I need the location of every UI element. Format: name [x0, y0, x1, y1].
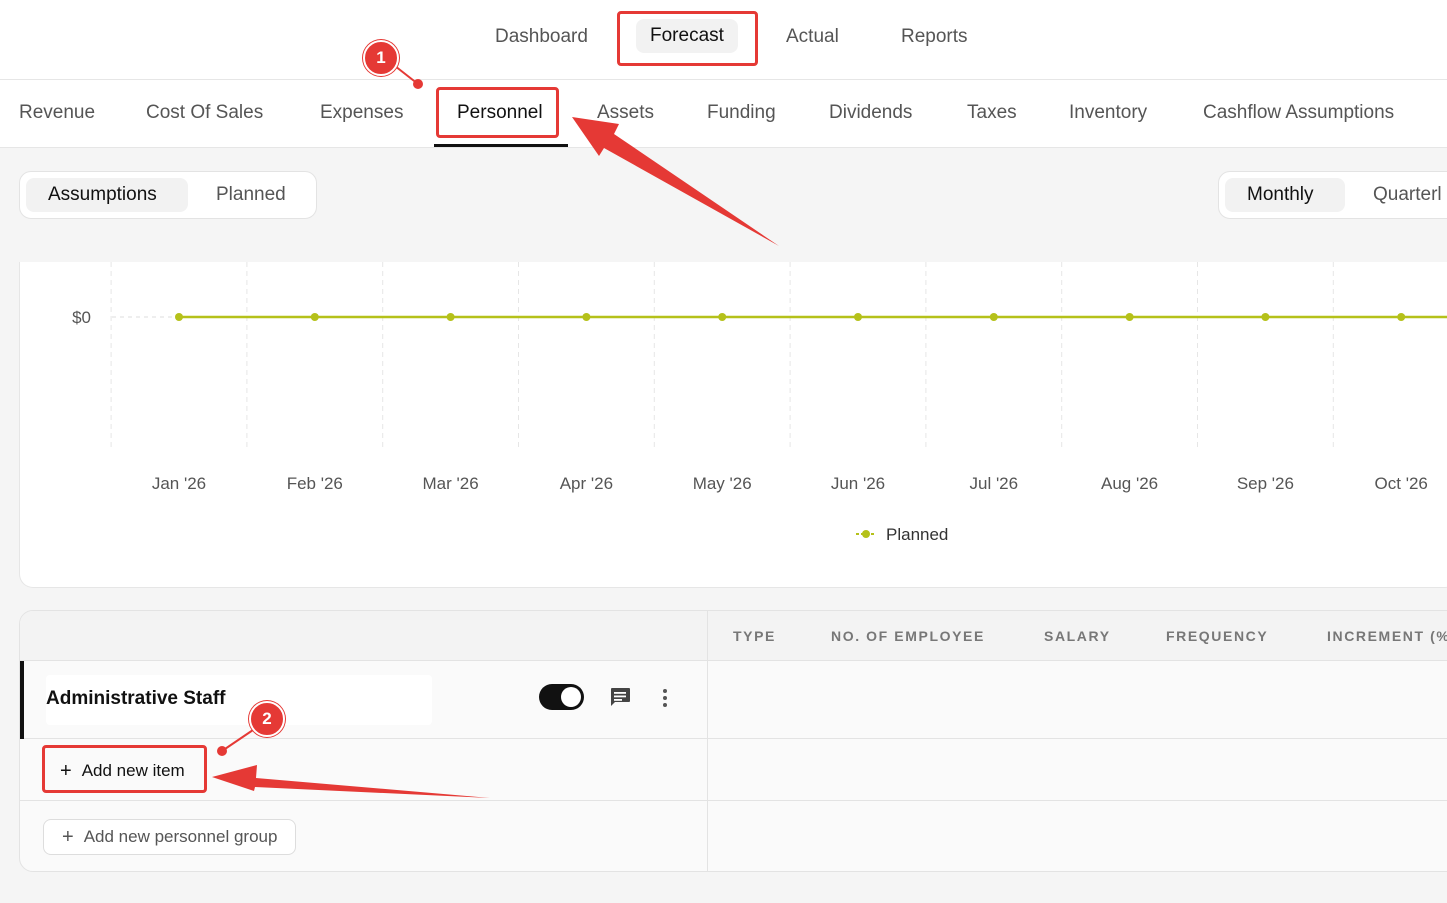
nav-reports[interactable]: Reports [901, 26, 968, 48]
group-enabled-toggle[interactable] [539, 684, 584, 710]
data-point [718, 313, 727, 321]
comment-icon[interactable] [609, 687, 631, 707]
x-tick-label: Jan '26 [152, 474, 206, 493]
x-tick-label: Aug '26 [1101, 474, 1158, 493]
table-header: TYPE NO. OF EMPLOYEE SALARY FREQUENCY IN… [20, 611, 1447, 661]
data-point [1125, 313, 1134, 321]
step-badge-1: 1 [363, 40, 399, 76]
x-tick-label: Apr '26 [560, 474, 613, 493]
column-increment: INCREMENT (% [1327, 628, 1447, 644]
data-point [446, 313, 455, 321]
x-tick-label: Jun '26 [831, 474, 885, 493]
data-point [582, 313, 591, 321]
personnel-chart: $0 Jan '26 Feb '26 Mar '26 Apr '26 May '26 Jun… [19, 262, 1447, 588]
x-tick-label: May '26 [693, 474, 752, 493]
column-no-of-employee: NO. OF EMPLOYEE [831, 628, 985, 644]
x-tick-label: Oct '26 [1375, 474, 1428, 493]
personnel-highlight [436, 87, 559, 138]
line-chart: $0 Jan '26 Feb '26 Mar '26 Apr '26 May '26 Jun… [72, 262, 1447, 544]
legend-marker-planned [862, 530, 870, 538]
nav-actual[interactable]: Actual [786, 26, 839, 48]
data-point [1397, 313, 1406, 321]
group-name[interactable]: Administrative Staff [46, 688, 225, 710]
tab-funding[interactable]: Funding [707, 102, 776, 124]
x-tick-label: Mar '26 [423, 474, 479, 493]
add-item-row: + Add new item [20, 739, 1447, 801]
group-indicator-bar [20, 661, 24, 739]
forecast-highlight [617, 11, 758, 66]
tab-cost-of-sales[interactable]: Cost Of Sales [146, 102, 263, 124]
tab-assets[interactable]: Assets [597, 102, 654, 124]
tab-inventory[interactable]: Inventory [1069, 102, 1147, 124]
view-toggle: Assumptions Planned [19, 171, 317, 219]
column-type: TYPE [733, 628, 776, 644]
add-personnel-group-label: Add new personnel group [83, 827, 278, 846]
data-point [310, 313, 319, 321]
data-point [989, 313, 998, 321]
tab-expenses[interactable]: Expenses [320, 102, 403, 124]
tab-cashflow-assumptions[interactable]: Cashflow Assumptions [1203, 102, 1394, 124]
personnel-table: TYPE NO. OF EMPLOYEE SALARY FREQUENCY IN… [19, 610, 1447, 872]
column-divider [707, 611, 708, 871]
x-tick-label: Sep '26 [1237, 474, 1294, 493]
data-point [854, 313, 862, 321]
plus-icon: + [62, 826, 74, 848]
legend-label-planned: Planned [886, 525, 948, 544]
column-salary: SALARY [1044, 628, 1111, 644]
add-item-highlight [42, 745, 207, 793]
data-point [175, 313, 183, 321]
forecast-sub-nav: Revenue Cost Of Sales Expenses Personnel… [0, 80, 1447, 148]
personnel-group-row: Administrative Staff [20, 661, 1447, 739]
column-frequency: FREQUENCY [1166, 628, 1269, 644]
tab-taxes[interactable]: Taxes [967, 102, 1017, 124]
period-monthly-button[interactable]: Monthly [1225, 178, 1345, 212]
period-toggle: Monthly Quarterl [1218, 171, 1447, 219]
add-personnel-group-button[interactable]: + Add new personnel group [43, 819, 297, 855]
view-assumptions-button[interactable]: Assumptions [26, 178, 188, 212]
data-point [1261, 313, 1270, 321]
period-quarterly-button[interactable]: Quarterl [1351, 178, 1447, 212]
step-badge-2: 2 [249, 701, 285, 737]
more-options-icon[interactable] [660, 688, 670, 708]
tab-revenue[interactable]: Revenue [19, 102, 95, 124]
tab-dividends[interactable]: Dividends [829, 102, 912, 124]
y-tick-label: $0 [72, 308, 91, 327]
view-planned-button[interactable]: Planned [194, 178, 308, 212]
x-tick-label: Feb '26 [287, 474, 343, 493]
active-tab-underline [434, 144, 568, 147]
nav-dashboard[interactable]: Dashboard [495, 26, 588, 48]
x-tick-label: Jul '26 [969, 474, 1018, 493]
